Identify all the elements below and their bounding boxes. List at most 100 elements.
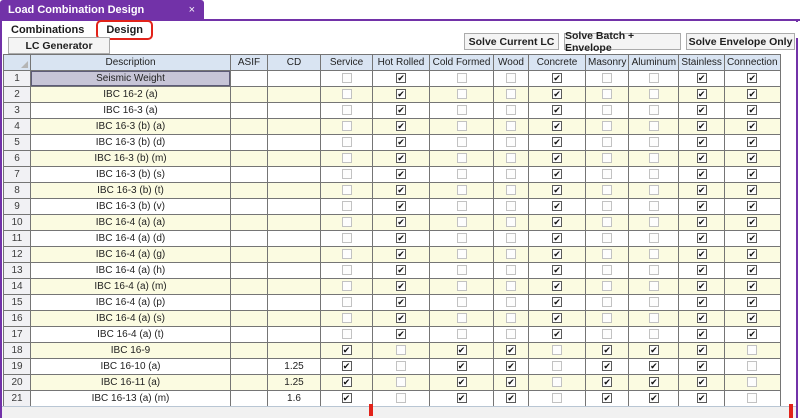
hot-rolled-checkbox[interactable]: ✔ — [396, 73, 406, 83]
service-checkbox[interactable]: ✔ — [342, 313, 352, 323]
description-cell[interactable]: IBC 16-4 (a) (d) — [31, 231, 231, 247]
wood-checkbox[interactable]: ✔ — [506, 121, 516, 131]
cd-cell[interactable] — [268, 135, 321, 151]
description-cell[interactable]: IBC 16-3 (b) (m) — [31, 151, 231, 167]
stainless-checkbox[interactable]: ✔ — [697, 153, 707, 163]
stainless-checkbox[interactable]: ✔ — [697, 313, 707, 323]
cold-formed-checkbox[interactable]: ✔ — [457, 105, 467, 115]
row-number[interactable]: 13 — [4, 263, 31, 279]
concrete-checkbox[interactable]: ✔ — [552, 185, 562, 195]
cd-cell[interactable] — [268, 87, 321, 103]
wood-checkbox[interactable]: ✔ — [506, 329, 516, 339]
cold-formed-checkbox[interactable]: ✔ — [457, 393, 467, 403]
cd-cell[interactable] — [268, 215, 321, 231]
stainless-checkbox[interactable]: ✔ — [697, 137, 707, 147]
cd-cell[interactable] — [268, 167, 321, 183]
connection-checkbox[interactable]: ✔ — [747, 153, 757, 163]
description-cell[interactable]: IBC 16-13 (a) (m) — [31, 391, 231, 407]
close-icon[interactable]: × — [189, 4, 195, 16]
row-number[interactable]: 15 — [4, 295, 31, 311]
asif-cell[interactable] — [231, 151, 268, 167]
masonry-checkbox[interactable]: ✔ — [602, 313, 612, 323]
hot-rolled-checkbox[interactable]: ✔ — [396, 361, 406, 371]
description-cell[interactable]: IBC 16-3 (b) (s) — [31, 167, 231, 183]
stainless-checkbox[interactable]: ✔ — [697, 249, 707, 259]
stainless-checkbox[interactable]: ✔ — [697, 265, 707, 275]
wood-checkbox[interactable]: ✔ — [506, 249, 516, 259]
hot-rolled-checkbox[interactable]: ✔ — [396, 313, 406, 323]
service-checkbox[interactable]: ✔ — [342, 281, 352, 291]
cd-cell[interactable]: 1.25 — [268, 359, 321, 375]
hot-rolled-checkbox[interactable]: ✔ — [396, 185, 406, 195]
column-header-hot-rolled[interactable]: Hot Rolled — [373, 55, 430, 71]
concrete-checkbox[interactable]: ✔ — [552, 329, 562, 339]
solve-batch-envelope-button[interactable]: Solve Batch + Envelope — [564, 33, 681, 50]
cold-formed-checkbox[interactable]: ✔ — [457, 329, 467, 339]
stainless-checkbox[interactable]: ✔ — [697, 377, 707, 387]
concrete-checkbox[interactable]: ✔ — [552, 249, 562, 259]
stainless-checkbox[interactable]: ✔ — [697, 201, 707, 211]
aluminum-checkbox[interactable]: ✔ — [649, 265, 659, 275]
service-checkbox[interactable]: ✔ — [342, 361, 352, 371]
concrete-checkbox[interactable]: ✔ — [552, 89, 562, 99]
column-header-wood[interactable]: Wood — [494, 55, 529, 71]
row-number[interactable]: 21 — [4, 391, 31, 407]
description-cell[interactable]: IBC 16-4 (a) (m) — [31, 279, 231, 295]
masonry-checkbox[interactable]: ✔ — [602, 169, 612, 179]
masonry-checkbox[interactable]: ✔ — [602, 249, 612, 259]
asif-cell[interactable] — [231, 391, 268, 407]
masonry-checkbox[interactable]: ✔ — [602, 217, 612, 227]
cd-cell[interactable] — [268, 263, 321, 279]
service-checkbox[interactable]: ✔ — [342, 233, 352, 243]
connection-checkbox[interactable]: ✔ — [747, 281, 757, 291]
wood-checkbox[interactable]: ✔ — [506, 265, 516, 275]
connection-checkbox[interactable]: ✔ — [747, 265, 757, 275]
row-number[interactable]: 18 — [4, 343, 31, 359]
concrete-checkbox[interactable]: ✔ — [552, 169, 562, 179]
hot-rolled-checkbox[interactable]: ✔ — [396, 201, 406, 211]
hot-rolled-checkbox[interactable]: ✔ — [396, 153, 406, 163]
hot-rolled-checkbox[interactable]: ✔ — [396, 89, 406, 99]
service-checkbox[interactable]: ✔ — [342, 201, 352, 211]
stainless-checkbox[interactable]: ✔ — [697, 329, 707, 339]
stainless-checkbox[interactable]: ✔ — [697, 169, 707, 179]
wood-checkbox[interactable]: ✔ — [506, 201, 516, 211]
cd-cell[interactable]: 1.6 — [268, 391, 321, 407]
cold-formed-checkbox[interactable]: ✔ — [457, 201, 467, 211]
concrete-checkbox[interactable]: ✔ — [552, 393, 562, 403]
hot-rolled-checkbox[interactable]: ✔ — [396, 345, 406, 355]
asif-cell[interactable] — [231, 279, 268, 295]
stainless-checkbox[interactable]: ✔ — [697, 121, 707, 131]
description-cell[interactable]: IBC 16-3 (b) (d) — [31, 135, 231, 151]
masonry-checkbox[interactable]: ✔ — [602, 233, 612, 243]
masonry-checkbox[interactable]: ✔ — [602, 121, 612, 131]
column-header-cd[interactable]: CD — [268, 55, 321, 71]
column-header-cold-formed[interactable]: Cold Formed — [430, 55, 494, 71]
hot-rolled-checkbox[interactable]: ✔ — [396, 265, 406, 275]
aluminum-checkbox[interactable]: ✔ — [649, 233, 659, 243]
service-checkbox[interactable]: ✔ — [342, 329, 352, 339]
connection-checkbox[interactable]: ✔ — [747, 377, 757, 387]
column-header-connection[interactable]: Connection — [724, 55, 780, 71]
row-number[interactable]: 10 — [4, 215, 31, 231]
asif-cell[interactable] — [231, 71, 268, 87]
asif-cell[interactable] — [231, 119, 268, 135]
cold-formed-checkbox[interactable]: ✔ — [457, 89, 467, 99]
concrete-checkbox[interactable]: ✔ — [552, 361, 562, 371]
connection-checkbox[interactable]: ✔ — [747, 169, 757, 179]
description-cell[interactable]: IBC 16-3 (b) (v) — [31, 199, 231, 215]
connection-checkbox[interactable]: ✔ — [747, 313, 757, 323]
concrete-checkbox[interactable]: ✔ — [552, 121, 562, 131]
description-cell[interactable]: IBC 16-4 (a) (a) — [31, 215, 231, 231]
service-checkbox[interactable]: ✔ — [342, 297, 352, 307]
connection-checkbox[interactable]: ✔ — [747, 185, 757, 195]
cold-formed-checkbox[interactable]: ✔ — [457, 169, 467, 179]
asif-cell[interactable] — [231, 247, 268, 263]
asif-cell[interactable] — [231, 375, 268, 391]
masonry-checkbox[interactable]: ✔ — [602, 185, 612, 195]
column-header-masonry[interactable]: Masonry — [586, 55, 629, 71]
concrete-checkbox[interactable]: ✔ — [552, 297, 562, 307]
aluminum-checkbox[interactable]: ✔ — [649, 217, 659, 227]
wood-checkbox[interactable]: ✔ — [506, 297, 516, 307]
concrete-checkbox[interactable]: ✔ — [552, 201, 562, 211]
